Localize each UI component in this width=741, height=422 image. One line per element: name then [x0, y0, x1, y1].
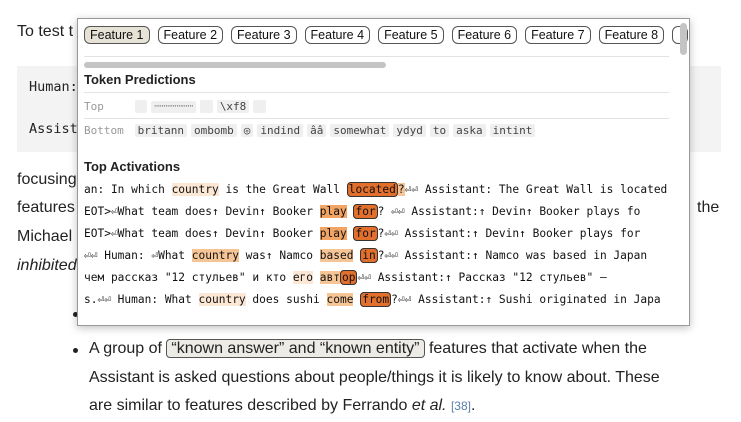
bottom-token: somewhat — [330, 124, 390, 137]
tab-feature-8[interactable]: Feature 8 — [598, 26, 665, 44]
highlighted-token: ? — [397, 183, 405, 196]
tab-feature-3[interactable]: Feature 3 — [231, 26, 297, 44]
highlighted-token: country — [191, 249, 239, 262]
tab-feature-4[interactable]: Feature 4 — [304, 26, 371, 44]
top-token: \xf8 — [216, 100, 250, 113]
context-text — [313, 271, 320, 284]
divider — [84, 56, 669, 57]
token-predictions-title: Token Predictions — [84, 72, 196, 87]
context-text: ? ⏎⏎ Assistant:↑ Devin↑ Booker plays fo — [377, 205, 641, 218]
highlighted-token: based — [319, 249, 354, 262]
para-line-1: focusing — [17, 171, 77, 188]
bottom-token: aska — [453, 124, 486, 137]
context-text: ⏎⏎ Assistant: The Great Wall is located — [404, 183, 668, 196]
activation-row[interactable]: чем рассказ "12 стульев" и кто его авт ор… — [84, 269, 669, 286]
bottom-token: ââ — [307, 124, 327, 137]
feature-tabs: Feature 1 Feature 2 Feature 3 Feature 4 Feat… — [84, 26, 689, 44]
context-text: ?⏎⏎ Assistant:↑ Namco was based in Japan — [377, 249, 648, 262]
para-right-word: the — [697, 199, 720, 216]
intro-text: To test t — [17, 23, 74, 40]
bullet-prefix: A group of — [89, 340, 167, 357]
context-text: was↑ Namco — [238, 249, 320, 262]
context-text: an: In which — [84, 183, 172, 196]
bottom-label: Bottom — [84, 124, 124, 137]
context-text: чем рассказ "12 стульев" и кто — [84, 271, 293, 284]
max-activation-token: for — [353, 204, 378, 219]
highlighted-token: country — [198, 293, 246, 306]
bottom-predictions-row: Bottom britann ombomb ◎ indind ââ somewhat ydy… — [84, 124, 539, 137]
highlighted-token: play — [319, 205, 347, 218]
context-text: EOT>⏎What team does↑ Devin↑ Booker — [84, 205, 320, 218]
context-text: ?⏎⏎ Assistant:↑ Devin↑ Booker plays for — [377, 227, 641, 240]
bullet-item-known-answer: A group of “known answer” and “known ent… — [89, 335, 709, 421]
context-text: s.⏎⏎ Human: What — [84, 293, 199, 306]
bullet-line3-prefix: are similar to features described by Fer… — [89, 397, 412, 414]
bullet-dot-2 — [73, 348, 78, 353]
context-text: is the Great Wall — [218, 183, 347, 196]
vertical-scrollbar[interactable] — [680, 23, 687, 55]
top-token — [253, 100, 266, 113]
bottom-token: ◎ — [240, 124, 254, 137]
highlighted-token: country — [171, 183, 219, 196]
horizontal-scrollbar[interactable] — [84, 62, 386, 68]
tab-feature-7[interactable]: Feature 7 — [525, 26, 591, 44]
context-text: EOT>⏎What team does↑ Devin↑ Booker — [84, 227, 320, 240]
bullet-line-2: Assistant is asked questions about peopl… — [89, 368, 660, 386]
max-activation-token: for — [353, 226, 378, 241]
activation-row[interactable]: s.⏎⏎ Human: What country does sushi come… — [84, 291, 669, 308]
max-activation-token: from — [360, 292, 392, 307]
max-activation-token: located — [346, 182, 398, 197]
highlighted-token: авт — [319, 271, 340, 284]
bottom-token: intint — [489, 124, 536, 137]
code-line-human: Human: — [29, 79, 78, 95]
bottom-token: ombomb — [190, 124, 237, 137]
top-activations-title: Top Activations — [84, 159, 181, 174]
bullet-end: . — [470, 397, 476, 414]
context-text: ⏎⏎ Assistant:↑ Рассказ "12 стульев" – — [357, 271, 607, 284]
para-line-2: features — [17, 199, 75, 216]
divider — [84, 118, 669, 119]
top-token — [134, 100, 148, 113]
max-activation-token: in — [360, 248, 378, 263]
activation-row[interactable]: EOT>⏎What team does↑ Devin↑ Booker play … — [84, 225, 669, 242]
top-token — [200, 100, 213, 113]
context-text: ⏎⏎ Human: ⏎What — [84, 249, 192, 262]
et-al-text: et al. — [411, 397, 447, 414]
highlighted-token: come — [326, 293, 354, 306]
activation-row[interactable]: EOT>⏎What team does↑ Devin↑ Booker play … — [84, 203, 669, 220]
bottom-token: britann — [134, 124, 187, 137]
tab-feature-2[interactable]: Feature 2 — [157, 26, 224, 44]
top-token: ꞏꞏꞏꞏꞏꞏꞏꞏꞏꞏꞏꞏꞏꞏꞏꞏꞏꞏꞏꞏꞏ — [151, 101, 197, 113]
tab-feature-6[interactable]: Feature 6 — [451, 26, 518, 44]
bottom-token: indind — [257, 124, 304, 137]
highlighted-token: play — [319, 227, 347, 240]
context-text: ?⏎⏎ Assistant:↑ Sushi originated in Japa — [391, 293, 661, 306]
divider — [84, 92, 669, 93]
tab-feature-1[interactable]: Feature 1 — [84, 26, 150, 44]
bullet-line1-suffix: features that activate when the — [424, 340, 647, 357]
top-label: Top — [84, 100, 104, 113]
para-line-4: inhibited — [17, 257, 77, 274]
known-answer-feature-link[interactable]: “known answer” and “known entity” — [166, 339, 425, 358]
code-line-assistant: Assist — [29, 121, 78, 137]
activation-row[interactable]: ⏎⏎ Human: ⏎What country was↑ Namco based… — [84, 247, 669, 264]
citation-link[interactable]: [38] — [451, 399, 471, 413]
tab-feature-5[interactable]: Feature 5 — [378, 26, 444, 44]
activation-row[interactable]: an: In which country is the Great Wall l… — [84, 181, 669, 198]
context-text: does sushi — [245, 293, 327, 306]
para-line-3: Michael — [17, 228, 73, 245]
top-predictions-row: Top ꞏꞏꞏꞏꞏꞏꞏꞏꞏꞏꞏꞏꞏꞏꞏꞏꞏꞏꞏꞏꞏ \xf8 — [84, 100, 270, 113]
max-activation-token: ор — [340, 270, 358, 285]
bottom-token: ydyd — [393, 124, 426, 137]
bottom-token: to — [429, 124, 450, 137]
highlighted-token: его — [292, 271, 314, 284]
feature-popup: Feature 1 Feature 2 Feature 3 Feature 4 Feat… — [77, 18, 690, 326]
